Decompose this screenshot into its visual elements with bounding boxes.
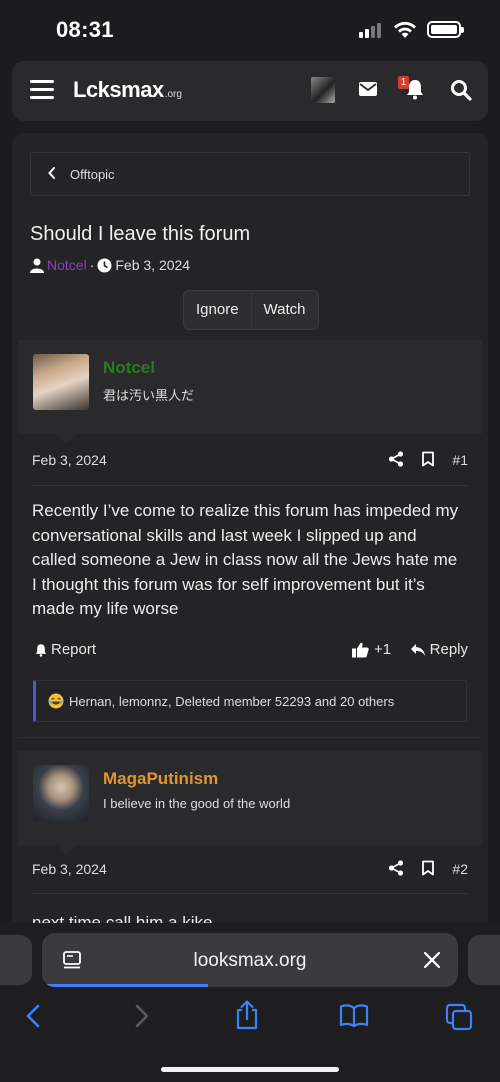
share-icon[interactable] <box>388 860 404 876</box>
next-tab[interactable] <box>468 935 500 985</box>
post-username[interactable]: Notcel <box>103 358 155 378</box>
post-meta-row: Feb 3, 2024 #2 <box>32 854 468 884</box>
alert-badge: 1 <box>398 76 409 89</box>
share-sheet-icon[interactable] <box>234 1000 260 1030</box>
post-meta-row: Feb 3, 2024 #1 <box>32 445 468 475</box>
user-icon <box>30 258 44 273</box>
url-text: looksmax.org <box>193 950 307 971</box>
thumbs-up-icon <box>352 642 369 657</box>
post-number[interactable]: #2 <box>452 861 468 877</box>
thread-card: Offtopic Should I leave this forum Notce… <box>12 133 488 953</box>
thread-title: Should I leave this forum <box>30 223 251 245</box>
battery-icon <box>427 21 464 38</box>
bell-report-icon <box>35 643 47 657</box>
thread-date: Feb 3, 2024 <box>115 257 191 273</box>
chevron-left-icon <box>48 167 55 179</box>
breadcrumb-label: Offtopic <box>70 167 115 182</box>
reactions-bar[interactable]: Hernan, lemonnz, Deleted member 52293 an… <box>33 680 467 722</box>
post-user-header: MagaPutinism I believe in the good of th… <box>18 751 482 854</box>
watch-button[interactable]: Watch <box>250 291 318 329</box>
status-time: 08:31 <box>56 17 114 42</box>
breadcrumb[interactable]: Offtopic <box>30 152 470 196</box>
forward-icon[interactable] <box>133 1003 151 1029</box>
hamburger-icon[interactable] <box>30 80 54 100</box>
post-user-title: I believe in the good of the world <box>103 796 291 811</box>
status-bar: 08:31 <box>0 0 500 60</box>
clock-icon <box>97 258 112 272</box>
reply-button[interactable]: Reply <box>410 641 468 658</box>
account-avatar[interactable] <box>311 77 335 103</box>
post-user-title: 君は汚い黒人だ <box>103 388 195 403</box>
wifi-icon <box>394 21 416 38</box>
laugh-emoji-icon <box>48 693 64 709</box>
address-field[interactable]: looksmax.org <box>42 933 458 987</box>
post-date[interactable]: Feb 3, 2024 <box>32 861 107 877</box>
avatar[interactable] <box>33 765 89 821</box>
mail-icon[interactable] <box>359 82 377 96</box>
like-button[interactable]: +1 <box>352 641 391 658</box>
search-icon[interactable] <box>450 79 472 101</box>
bookmarks-icon[interactable] <box>339 1003 369 1029</box>
bookmark-icon[interactable] <box>421 860 435 876</box>
avatar[interactable] <box>33 354 89 410</box>
reactions-text: Hernan, lemonnz, Deleted member 52293 an… <box>69 694 395 709</box>
bookmark-icon[interactable] <box>421 451 435 467</box>
thread-author[interactable]: Notcel <box>47 257 87 273</box>
thread-meta: Notcel · Feb 3, 2024 <box>30 257 190 273</box>
close-icon[interactable] <box>423 951 441 969</box>
site-logo[interactable]: Lcksmax.org <box>73 77 182 103</box>
post-date[interactable]: Feb 3, 2024 <box>32 452 107 468</box>
back-icon[interactable] <box>24 1003 42 1029</box>
ignore-button[interactable]: Ignore <box>184 291 251 329</box>
share-icon[interactable] <box>388 451 404 467</box>
tab-overview-icon[interactable] <box>445 1003 473 1031</box>
post-body: Recently I’ve come to realize this forum… <box>32 501 459 618</box>
post-username[interactable]: MagaPutinism <box>103 769 218 789</box>
report-button[interactable]: Report <box>34 641 96 658</box>
thread-actions: Ignore Watch <box>183 290 319 330</box>
post-user-header: Notcel 君は汚い黒人だ <box>18 340 482 443</box>
post-actions: Report +1 Reply <box>34 638 468 662</box>
browser-address-bar: looksmax.org <box>0 923 500 991</box>
page-load-progress <box>42 984 208 987</box>
site-header: Lcksmax.org 1 <box>12 61 488 121</box>
reply-icon <box>410 643 425 656</box>
home-indicator <box>161 1067 339 1072</box>
cellular-signal-icon <box>359 22 383 38</box>
previous-tab[interactable] <box>0 935 32 985</box>
post-number[interactable]: #1 <box>452 452 468 468</box>
